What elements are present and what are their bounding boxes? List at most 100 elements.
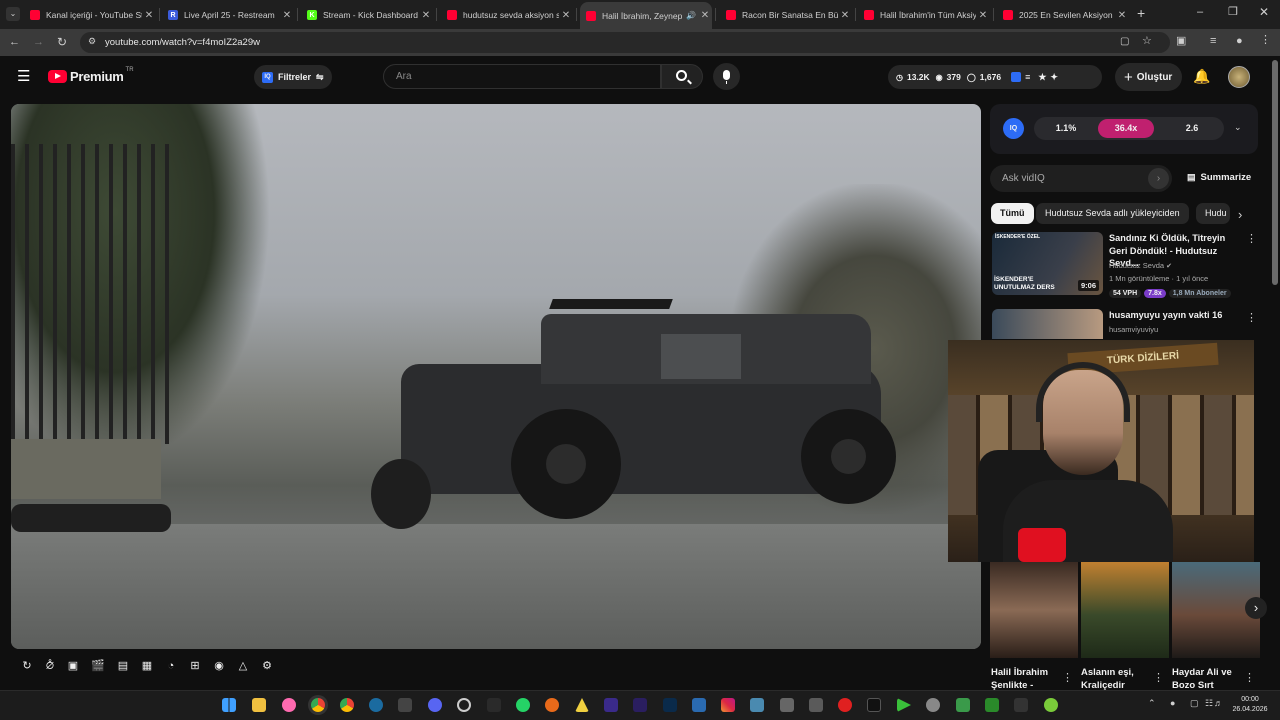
speed-icon[interactable]: ◔ [164, 659, 178, 673]
vidiq-logo-icon[interactable]: IQ [1003, 118, 1024, 139]
tray-display-icon[interactable]: ▢ [1190, 699, 1199, 708]
audio-icon[interactable]: ⦲ [43, 659, 57, 673]
browser-tab-5[interactable]: Halil İbrahim, Zeynep 🔊 ✕ [580, 2, 712, 29]
frame-icon[interactable]: ▤ [116, 659, 130, 673]
short-2-more-icon[interactable]: ⋮ [1153, 673, 1164, 684]
premiere-icon[interactable] [604, 698, 618, 712]
recommendation-2[interactable]: husamyuyu yayın vakti 16 husamviyuviyu ⋮ [992, 309, 1257, 339]
youtube-logo[interactable]: Premium TR [48, 67, 134, 84]
browser-tab-3[interactable]: K Stream - Kick Dashboard ✕ [301, 4, 433, 26]
tray-volume-icon[interactable]: ♬ [1214, 699, 1223, 708]
rec-2-title[interactable]: husamyuyu yayın vakti 16 [1109, 310, 1222, 320]
browser-tab-8[interactable]: 2025 En Sevilen Aksiyon ✕ [997, 4, 1129, 26]
create-button[interactable]: + Oluştur [1115, 63, 1182, 91]
install-icon[interactable]: ▢ [1120, 37, 1129, 47]
add-icon[interactable]: ⊞ [188, 659, 202, 673]
tab-close-icon[interactable]: ✕ [280, 10, 294, 21]
extensions-icon[interactable]: ▣ [1176, 36, 1186, 47]
loop-icon[interactable]: ↻ [20, 659, 34, 673]
file-explorer-icon[interactable] [252, 698, 266, 712]
tab-close-icon[interactable]: ✕ [976, 10, 990, 21]
tab-audio-icon[interactable]: 🔊 [684, 11, 698, 20]
app-icon-11[interactable] [897, 698, 911, 712]
app-icon-5[interactable] [545, 698, 559, 712]
tab-close-icon[interactable]: ✕ [559, 10, 573, 21]
browser-tab-4[interactable]: hudutsuz sevda aksiyon s ✕ [441, 4, 573, 26]
rec-2-thumbnail[interactable] [992, 309, 1103, 339]
settings-gear-icon[interactable]: ⚙ [260, 659, 274, 673]
notifications-bell-icon[interactable]: 🔔 [1193, 69, 1210, 83]
search-button[interactable] [661, 64, 703, 89]
short-1-more-icon[interactable]: ⋮ [1062, 673, 1073, 684]
tab-list-icon[interactable]: ⌄ [6, 7, 20, 21]
screenshot-icon[interactable]: ◉ [212, 659, 226, 673]
discord-icon[interactable] [428, 698, 442, 712]
recommendation-1[interactable]: İSKENDER'E ÖZEL İSKENDER'E UNUTULMAZ DER… [992, 232, 1257, 302]
tray-mic-icon[interactable]: ● [1170, 699, 1175, 708]
instagram-icon[interactable] [721, 698, 735, 712]
tab-close-icon[interactable]: ✕ [698, 10, 712, 21]
filters-button[interactable]: IQ Filtreler ⇋ [254, 65, 332, 89]
app-icon-14[interactable] [985, 698, 999, 712]
account-avatar[interactable] [1228, 66, 1250, 88]
clip-icon[interactable]: 🎬 [91, 659, 105, 673]
chip-more[interactable]: Hudu [1196, 203, 1230, 224]
short-2[interactable] [1081, 562, 1169, 658]
app-icon-9[interactable] [780, 698, 794, 712]
ask-vidiq-input[interactable]: Ask vidIQ › [990, 165, 1172, 192]
rec-1-more-icon[interactable]: ⋮ [1246, 234, 1257, 245]
steam-icon[interactable] [369, 698, 383, 712]
app-icon-4[interactable] [487, 698, 501, 712]
taskbar-clock[interactable]: 00:00 26.04.2026 [1228, 695, 1272, 715]
tab-close-icon[interactable]: ✕ [1115, 10, 1129, 21]
tray-chevron-icon[interactable]: ⌃ [1148, 699, 1156, 708]
voice-search-button[interactable] [713, 63, 740, 90]
chip-all[interactable]: Tümü [991, 203, 1034, 224]
app-icon-15[interactable] [1014, 698, 1028, 712]
short-3-title[interactable]: Haydar Ali ve Bozo Sırt [1172, 666, 1242, 690]
vidiq-collapse-icon[interactable]: ⌄ [1234, 123, 1242, 132]
reload-icon[interactable]: ↻ [57, 36, 67, 48]
app-icon-12[interactable] [926, 698, 940, 712]
minimize-icon[interactable]: – [1197, 7, 1203, 18]
app-icon-2[interactable] [398, 698, 412, 712]
chrome-icon[interactable] [311, 698, 325, 712]
preview-icon[interactable]: ▣ [66, 659, 80, 673]
chips-next-icon[interactable]: › [1238, 208, 1242, 221]
browser-tab-2[interactable]: R Live April 25 - Restream ✕ [162, 4, 294, 26]
short-3-more-icon[interactable]: ⋮ [1244, 673, 1255, 684]
page-scrollbar[interactable] [1272, 60, 1278, 285]
back-icon[interactable]: ← [9, 37, 20, 48]
app-icon-7[interactable] [692, 698, 706, 712]
windows-start-icon[interactable] [222, 698, 236, 712]
short-1[interactable] [990, 562, 1078, 658]
app-icon-16[interactable] [1044, 698, 1058, 712]
new-tab-button[interactable]: + [1137, 6, 1145, 20]
short-2-title[interactable]: Aslanın eşi, Kraliçedir [1081, 666, 1151, 690]
browser-tab-1[interactable]: Kanal içeriği - YouTube St ✕ [24, 4, 156, 26]
trophy-icon[interactable]: ★ [1038, 72, 1046, 83]
reading-list-icon[interactable]: ≡ [1210, 36, 1216, 47]
magic-icon[interactable]: ✦ [1050, 72, 1058, 83]
close-window-icon[interactable]: ✕ [1259, 6, 1269, 18]
rec-1-thumbnail[interactable]: İSKENDER'E ÖZEL İSKENDER'E UNUTULMAZ DER… [992, 232, 1103, 295]
app-icon-13[interactable] [956, 698, 970, 712]
premiere-icon-2[interactable] [633, 698, 647, 712]
ask-send-icon[interactable]: › [1148, 168, 1169, 189]
search-input[interactable]: Ara [383, 64, 661, 89]
browser-tab-7[interactable]: Halil İbrahim'in Tüm Aksiy ✕ [858, 4, 990, 26]
browser-menu-icon[interactable]: ⋮ [1260, 35, 1271, 46]
app-icon-10[interactable] [838, 698, 852, 712]
bookmark-star-icon[interactable]: ☆ [1142, 36, 1152, 47]
video-player[interactable] [11, 104, 981, 649]
whatsapp-icon[interactable] [516, 698, 530, 712]
rec-1-channel[interactable]: Hudutsuz Sevda ✔ [1109, 261, 1172, 270]
lab-icon[interactable]: △ [236, 659, 250, 673]
tray-network-icon[interactable]: ☷ [1205, 699, 1213, 708]
app-icon-1[interactable] [282, 698, 296, 712]
rec-2-channel[interactable]: husamviyuviyu [1109, 325, 1158, 334]
hamburger-menu-icon[interactable]: ☰ [17, 69, 30, 84]
list-icon[interactable]: ≡ [1025, 72, 1030, 82]
address-bar[interactable]: ⚙ youtube.com/watch?v=f4moIZ2a29w [80, 32, 1170, 53]
browser-tab-6[interactable]: Racon Bir Sanatsa En Büy ✕ [720, 4, 852, 26]
